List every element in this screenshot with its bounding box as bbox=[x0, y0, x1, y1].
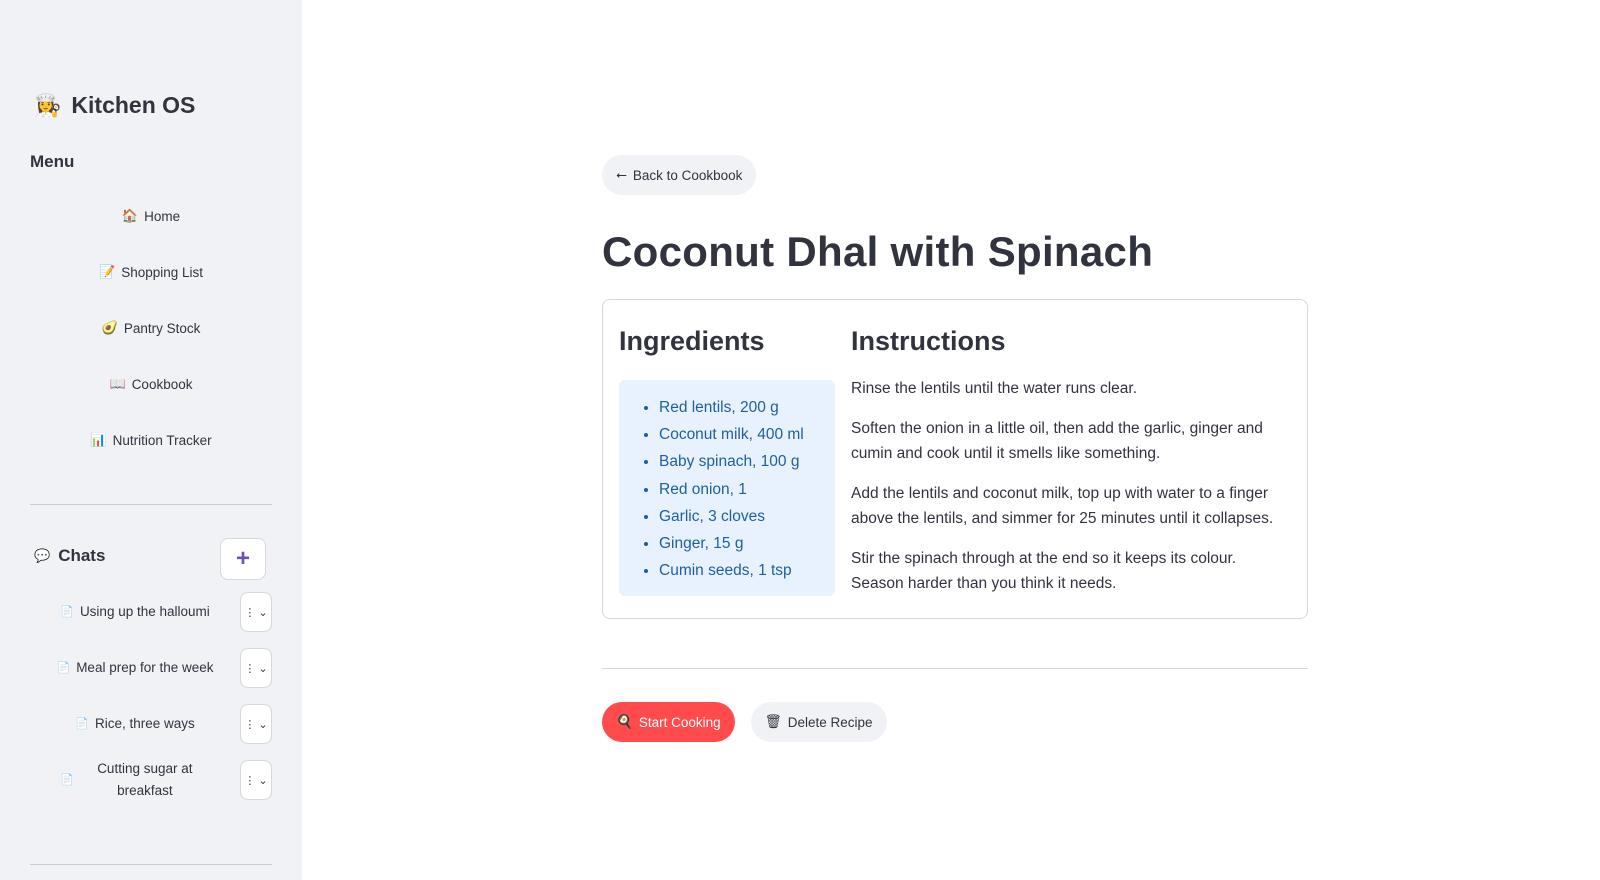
ingredient-item: Coconut milk, 400 ml bbox=[659, 421, 835, 448]
chats-heading: 💬 Chats bbox=[34, 546, 105, 566]
brand: 👩‍🍳 Kitchen OS bbox=[34, 92, 195, 119]
start-cooking-button[interactable]: 🍳 Start Cooking bbox=[602, 702, 735, 742]
page-title: Coconut Dhal with Spinach bbox=[602, 228, 1154, 275]
menu-heading: Menu bbox=[30, 152, 75, 171]
brand-name: Kitchen OS bbox=[71, 92, 196, 118]
sidebar-item-shopping-list[interactable]: 📝 Shopping List bbox=[30, 244, 272, 300]
sidebar-item-label: Nutrition Tracker bbox=[112, 432, 212, 448]
ingredients-heading: Ingredients bbox=[619, 326, 765, 356]
instruction-step: Rinse the lentils until the water runs c… bbox=[851, 380, 1138, 397]
more-options-icon: ⋮ ⌄ bbox=[244, 718, 268, 731]
instruction-step: Soften the onion in a little oil, then a… bbox=[851, 420, 1263, 462]
trash-icon: 🗑 bbox=[764, 714, 782, 729]
sidebar-item-label: Home bbox=[144, 208, 181, 224]
back-to-cookbook-button[interactable]: ⭠ Back to Cookbook bbox=[602, 155, 757, 195]
chat-options-button[interactable]: ⋮ ⌄ bbox=[240, 704, 272, 744]
main-content: ⭠ Back to Cookbook Coconut Dhal with Spi… bbox=[302, 0, 1600, 880]
chat-options-button[interactable]: ⋮ ⌄ bbox=[240, 592, 272, 632]
delete-recipe-button[interactable]: 🗑 Delete Recipe bbox=[750, 702, 887, 742]
chat-link[interactable]: 📄 Cutting sugar at breakfast bbox=[30, 760, 240, 800]
sidebar-item-nutrition-tracker[interactable]: 📊 Nutrition Tracker bbox=[30, 412, 272, 468]
sidebar-item-pantry-stock[interactable]: 🥑 Pantry Stock bbox=[30, 300, 272, 356]
ingredient-item: Cumin seeds, 1 tsp bbox=[659, 557, 835, 584]
recipe-actions: 🍳 Start Cooking 🗑 Delete Recipe bbox=[602, 702, 887, 742]
document-icon: 📄 bbox=[56, 662, 71, 674]
chef-icon: 👩‍🍳 bbox=[34, 92, 62, 118]
document-icon: 📄 bbox=[60, 774, 74, 786]
chat-title: Using up the halloumi bbox=[79, 604, 210, 619]
content-divider bbox=[602, 668, 1308, 669]
sidebar-item-home[interactable]: 🏠 Home bbox=[30, 188, 272, 244]
book-icon: 📖 bbox=[109, 376, 126, 391]
chat-item: 📄 Meal prep for the week ⋮ ⌄ bbox=[30, 648, 272, 704]
sidebar-divider bbox=[30, 504, 272, 505]
home-icon: 🏠 bbox=[121, 208, 139, 223]
chat-item: 📄 Cutting sugar at breakfast ⋮ ⌄ bbox=[30, 760, 272, 816]
chat-title: Rice, three ways bbox=[94, 716, 195, 731]
chat-item: 📄 Using up the halloumi ⋮ ⌄ bbox=[30, 592, 272, 648]
chats-heading-label: Chats bbox=[58, 546, 106, 565]
back-button-label: Back to Cookbook bbox=[632, 167, 743, 183]
delete-recipe-label: Delete Recipe bbox=[787, 714, 873, 730]
ingredient-item: Red onion, 1 bbox=[659, 476, 835, 503]
sidebar-nav: 🏠 Home 📝 Shopping List 🥑 Pantry Stock 📖 … bbox=[30, 188, 272, 468]
sidebar-item-label: Pantry Stock bbox=[123, 320, 201, 336]
new-chat-button[interactable]: + bbox=[220, 538, 266, 580]
chat-title: Meal prep for the week bbox=[76, 660, 214, 675]
instructions-heading: Instructions bbox=[851, 326, 1006, 356]
chats-header: 💬 Chats + bbox=[30, 538, 272, 580]
instruction-step: Stir the spinach through at the end so i… bbox=[851, 550, 1237, 592]
plus-icon: + bbox=[235, 545, 250, 572]
chat-options-button[interactable]: ⋮ ⌄ bbox=[240, 648, 272, 688]
ingredient-item: Ginger, 15 g bbox=[659, 530, 835, 557]
ingredient-item: Garlic, 3 cloves bbox=[659, 503, 835, 530]
more-options-icon: ⋮ ⌄ bbox=[244, 606, 268, 619]
ingredients-list: Red lentils, 200 g Coconut milk, 400 ml … bbox=[619, 394, 835, 584]
chat-title: Cutting sugar at breakfast bbox=[97, 761, 193, 798]
avocado-icon: 🥑 bbox=[101, 320, 118, 335]
instruction-step: Add the lentils and coconut milk, top up… bbox=[851, 485, 1274, 527]
recipe-card: Ingredients Red lentils, 200 g Coconut m… bbox=[602, 299, 1308, 619]
speech-bubble-icon: 💬 bbox=[34, 548, 51, 563]
chart-icon: 📊 bbox=[90, 432, 107, 447]
frying-pan-icon: 🍳 bbox=[616, 714, 633, 729]
ingredient-item: Baby spinach, 100 g bbox=[659, 448, 835, 475]
more-options-icon: ⋮ ⌄ bbox=[244, 774, 268, 787]
sidebar-item-cookbook[interactable]: 📖 Cookbook bbox=[30, 356, 272, 412]
shopping-list-icon: 📝 bbox=[99, 264, 116, 279]
start-cooking-label: Start Cooking bbox=[638, 714, 721, 730]
chat-link[interactable]: 📄 Rice, three ways bbox=[30, 704, 240, 744]
chat-link[interactable]: 📄 Meal prep for the week bbox=[30, 648, 240, 688]
sidebar-divider bbox=[30, 864, 272, 865]
app: 👩‍🍳 Kitchen OS Menu 🏠 Home 📝 Shopping Li… bbox=[0, 0, 1600, 880]
ingredients-box: Red lentils, 200 g Coconut milk, 400 ml … bbox=[619, 380, 835, 597]
sidebar: 👩‍🍳 Kitchen OS Menu 🏠 Home 📝 Shopping Li… bbox=[0, 0, 302, 880]
chat-options-button[interactable]: ⋮ ⌄ bbox=[240, 760, 272, 800]
ingredients-column: Ingredients Red lentils, 200 g Coconut m… bbox=[619, 326, 835, 597]
document-icon: 📄 bbox=[60, 606, 74, 618]
instructions-column: Instructions Rinse the lentils until the… bbox=[851, 326, 1291, 611]
sidebar-item-label: Cookbook bbox=[131, 376, 193, 392]
ingredient-item: Red lentils, 200 g bbox=[659, 394, 835, 421]
sidebar-item-label: Shopping List bbox=[121, 264, 203, 280]
chat-link[interactable]: 📄 Using up the halloumi bbox=[30, 592, 240, 632]
arrow-left-icon: ⭠ bbox=[616, 167, 627, 182]
chat-item: 📄 Rice, three ways ⋮ ⌄ bbox=[30, 704, 272, 760]
document-icon: 📄 bbox=[75, 718, 89, 730]
more-options-icon: ⋮ ⌄ bbox=[244, 662, 268, 675]
chat-list: 📄 Using up the halloumi ⋮ ⌄ 📄 Meal prep … bbox=[30, 592, 272, 816]
instructions-list: Rinse the lentils until the water runs c… bbox=[851, 376, 1291, 596]
